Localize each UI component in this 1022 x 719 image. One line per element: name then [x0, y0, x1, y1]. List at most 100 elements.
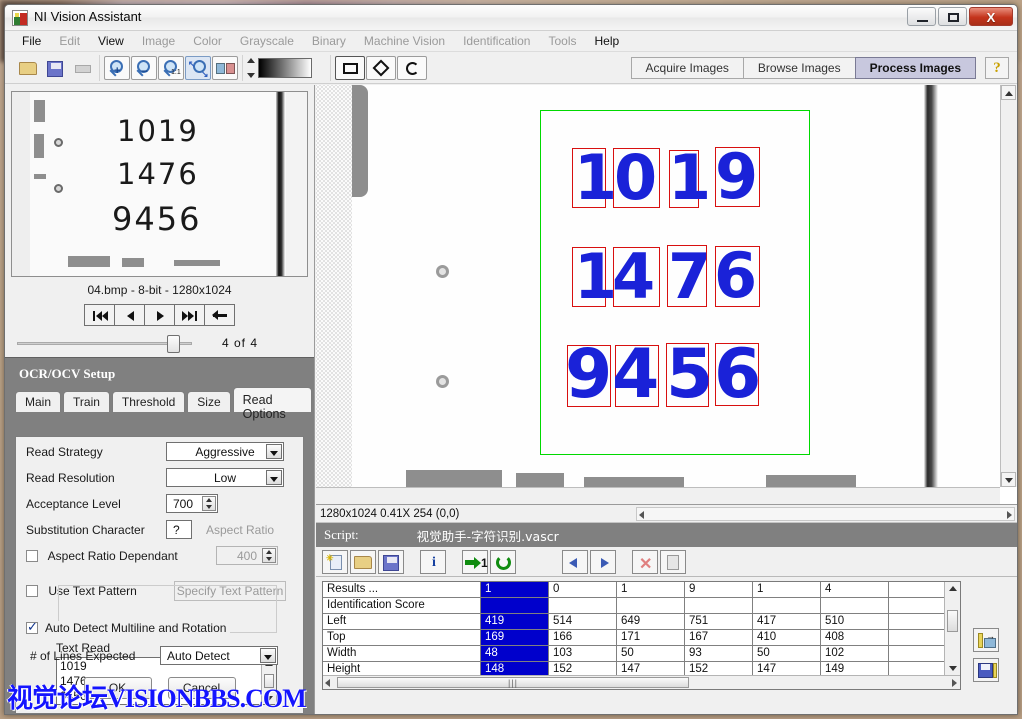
status-scrollbar[interactable]	[636, 507, 1015, 521]
run-continuous-icon[interactable]	[490, 550, 516, 574]
chevron-down-icon	[266, 444, 282, 459]
first-image-button[interactable]	[84, 304, 115, 326]
gradient-stepper[interactable]	[247, 58, 257, 78]
column-header[interactable]: 0	[549, 582, 617, 597]
thumb-line-3: 9456	[112, 200, 201, 238]
save-script-icon[interactable]	[378, 550, 404, 574]
acquire-images-button[interactable]: Acquire Images	[631, 57, 744, 79]
last-image-button[interactable]	[174, 304, 205, 326]
freehand-tool[interactable]	[397, 56, 427, 80]
step-back-icon[interactable]	[562, 550, 588, 574]
read-strategy-label: Read Strategy	[26, 445, 166, 459]
lines-expected-select[interactable]: Auto Detect	[160, 646, 278, 665]
maximize-button[interactable]	[938, 7, 967, 26]
cell: 417	[753, 614, 821, 629]
use-text-pattern-checkbox[interactable]	[26, 585, 38, 597]
cell: 514	[549, 614, 617, 629]
auto-detect-checkbox[interactable]	[26, 622, 38, 634]
run-once-icon[interactable]: 1	[462, 550, 488, 574]
next-image-button[interactable]	[144, 304, 175, 326]
results-horizontal-scrollbar[interactable]: |||	[323, 675, 960, 689]
scroll-down-icon[interactable]	[1001, 472, 1016, 487]
rotated-rectangle-tool[interactable]	[366, 56, 396, 80]
image-horizontal-scrollbar[interactable]	[316, 487, 1000, 504]
tab-train[interactable]: Train	[63, 391, 110, 412]
image-counter: 4 of 4	[222, 336, 258, 350]
row-label: Identification Score	[323, 598, 481, 613]
menu-view[interactable]: View	[89, 32, 133, 50]
image-pair-icon[interactable]	[212, 56, 238, 80]
cell: 410	[753, 630, 821, 645]
read-resolution-value: Low	[214, 471, 236, 485]
export-table-icon[interactable]: →	[973, 628, 999, 652]
read-resolution-select[interactable]: Low	[166, 468, 284, 487]
aspect-ratio-label: Aspect Ratio	[206, 523, 274, 537]
menu-grayscale: Grayscale	[231, 32, 303, 50]
column-header[interactable]: 1	[753, 582, 821, 597]
read-resolution-row: Read Resolution Low	[26, 466, 303, 489]
results-vertical-scrollbar[interactable]	[944, 582, 960, 675]
read-strategy-select[interactable]: Aggressive	[166, 442, 284, 461]
tab-read-options[interactable]: Read Options	[233, 387, 312, 412]
save-image-icon[interactable]	[42, 56, 68, 80]
image-index-slider[interactable]	[17, 335, 192, 351]
image-vertical-scrollbar[interactable]	[1000, 85, 1017, 487]
step-forward-icon[interactable]	[590, 550, 616, 574]
minimize-button[interactable]	[907, 7, 936, 26]
image-viewer[interactable]: 1 0 1 9 1 4 7 6	[316, 85, 1017, 505]
delete-step-icon: ✕	[632, 550, 658, 574]
image-thumbnail[interactable]: 1019 1476 9456	[11, 91, 308, 277]
scroll-up-icon[interactable]	[1001, 85, 1016, 100]
aspect-ratio-dependant-checkbox[interactable]	[26, 550, 38, 562]
acceptance-level-stepper[interactable]	[202, 496, 216, 511]
rectangle-tool[interactable]	[335, 56, 365, 80]
previous-image-button[interactable]	[114, 304, 145, 326]
tab-main[interactable]: Main	[15, 391, 61, 412]
lines-expected-row: # of Lines Expected Auto Detect	[26, 644, 303, 667]
save-results-icon[interactable]	[973, 658, 999, 682]
column-header[interactable]: 9	[685, 582, 753, 597]
aspect-ratio-input: 400	[216, 546, 278, 565]
column-header[interactable]: 1	[617, 582, 685, 597]
substitution-character-input[interactable]: ?	[166, 520, 192, 539]
script-toolbar: ✳ i 1	[316, 547, 1017, 577]
ocr-char: 6	[714, 245, 757, 307]
column-header[interactable]: 4	[821, 582, 889, 597]
script-label: Script:	[316, 527, 359, 543]
cell	[481, 598, 549, 613]
substitution-character-value: ?	[173, 523, 180, 537]
read-resolution-label: Read Resolution	[26, 471, 166, 485]
cell: 510	[821, 614, 889, 629]
tab-threshold[interactable]: Threshold	[112, 391, 185, 412]
tab-size[interactable]: Size	[187, 391, 230, 412]
aspect-ratio-dependant-row: Aspect Ratio Dependant 400	[26, 544, 303, 567]
loop-image-button[interactable]	[204, 304, 235, 326]
image-canvas[interactable]: 1 0 1 9 1 4 7 6	[316, 85, 1000, 487]
cell: 50	[617, 646, 685, 661]
column-header[interactable]: 1	[481, 582, 549, 597]
zoom-actual-size-icon[interactable]: 1:1	[158, 56, 184, 80]
acceptance-level-input[interactable]: 700	[166, 494, 218, 513]
new-script-icon[interactable]: ✳	[322, 550, 348, 574]
process-images-button[interactable]: Process Images	[855, 57, 976, 79]
table-row: Top 169 166 171 167 410 408	[323, 630, 944, 646]
menu-help[interactable]: Help	[586, 32, 629, 50]
image-slider-row: 4 of 4	[5, 335, 314, 351]
cell: 103	[549, 646, 617, 661]
zoom-fit-icon[interactable]: ↖ ↘	[185, 56, 211, 80]
results-table[interactable]: Results ... 1 0 1 9 1 4 Identification S…	[322, 581, 961, 690]
open-script-icon[interactable]	[350, 550, 376, 574]
acceptance-level-label: Acceptance Level	[26, 497, 166, 511]
close-button[interactable]: X	[969, 7, 1013, 26]
ocr-ocv-setup-panel: OCR/OCV Setup Main Train Threshold Size …	[5, 357, 314, 714]
cell	[685, 598, 753, 613]
open-image-icon[interactable]	[15, 56, 41, 80]
zoom-in-icon[interactable]: +	[104, 56, 130, 80]
cell: 171	[617, 630, 685, 645]
menu-file[interactable]: File	[13, 32, 50, 50]
help-icon[interactable]: ?	[985, 57, 1009, 79]
application-window: NI Vision Assistant X File Edit View Ima…	[4, 4, 1018, 715]
info-icon[interactable]: i	[420, 550, 446, 574]
browse-images-button[interactable]: Browse Images	[743, 57, 856, 79]
zoom-out-icon[interactable]: −	[131, 56, 157, 80]
